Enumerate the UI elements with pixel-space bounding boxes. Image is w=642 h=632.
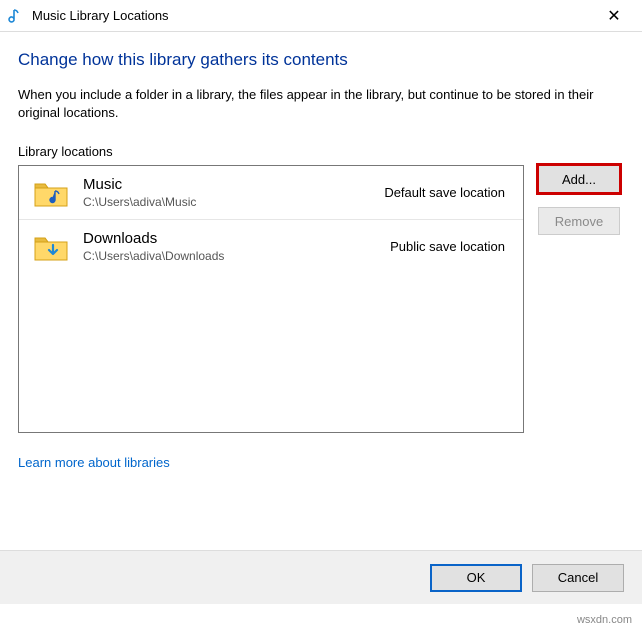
location-name: Downloads: [83, 230, 390, 247]
dialog-footer: OK Cancel: [0, 550, 642, 604]
dialog-description: When you include a folder in a library, …: [18, 86, 620, 122]
close-button[interactable]: ✕: [594, 6, 634, 26]
locations-label: Library locations: [18, 144, 620, 159]
music-folder-icon: [33, 178, 69, 208]
music-app-icon: [8, 8, 24, 24]
location-item[interactable]: Downloads C:\Users\adiva\Downloads Publi…: [19, 220, 523, 273]
titlebar: Music Library Locations ✕: [0, 0, 642, 32]
dialog-heading: Change how this library gathers its cont…: [18, 50, 620, 70]
location-name: Music: [83, 176, 384, 193]
cancel-button[interactable]: Cancel: [532, 564, 624, 592]
location-path: C:\Users\adiva\Music: [83, 195, 384, 209]
dialog-content: Change how this library gathers its cont…: [0, 32, 642, 480]
window-title: Music Library Locations: [32, 8, 594, 23]
watermark: wsxdn.com: [577, 614, 632, 626]
learn-more-link[interactable]: Learn more about libraries: [18, 455, 170, 470]
location-tag: Default save location: [384, 185, 505, 200]
remove-button[interactable]: Remove: [538, 207, 620, 235]
downloads-folder-icon: [33, 232, 69, 262]
add-button[interactable]: Add...: [538, 165, 620, 193]
location-item[interactable]: Music C:\Users\adiva\Music Default save …: [19, 166, 523, 220]
ok-button[interactable]: OK: [430, 564, 522, 592]
location-path: C:\Users\adiva\Downloads: [83, 249, 390, 263]
locations-listbox[interactable]: Music C:\Users\adiva\Music Default save …: [18, 165, 524, 433]
location-tag: Public save location: [390, 239, 505, 254]
